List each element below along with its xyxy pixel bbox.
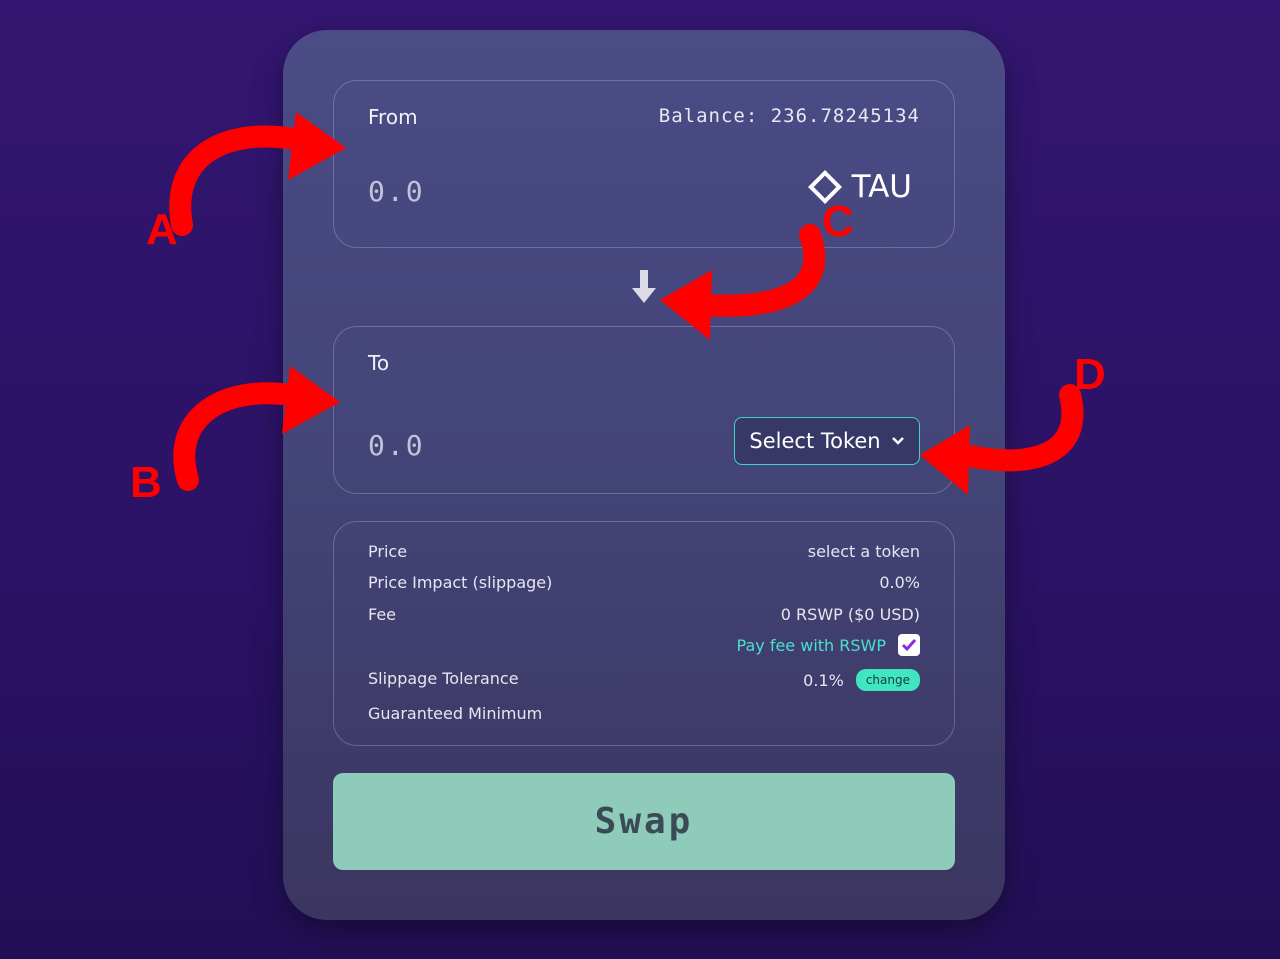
annotation-arrow-b — [173, 382, 301, 491]
check-icon — [901, 639, 917, 652]
swap-button[interactable]: Swap — [333, 773, 955, 870]
swap-info-panel: Price select a token Price Impact (slipp… — [333, 521, 955, 746]
from-label: From — [368, 105, 418, 129]
select-token-button[interactable]: Select Token — [734, 417, 920, 465]
to-panel: To Select Token — [333, 326, 955, 494]
pay-fee-label: Pay fee with RSWP — [736, 635, 886, 655]
annotation-label-c: C — [822, 197, 854, 246]
fee-value: 0 RSWP ($0 USD) — [780, 605, 920, 624]
select-token-label: Select Token — [749, 429, 881, 453]
pay-fee-checkbox[interactable] — [898, 634, 920, 656]
change-slippage-button[interactable]: change — [855, 669, 920, 691]
arrow-down-icon[interactable] — [631, 270, 657, 306]
swap-card: From Balance: 236.78245134 TAU To Select… — [283, 30, 1005, 920]
chevron-down-icon — [891, 437, 904, 445]
slippage-value: 0.1% — [803, 670, 844, 690]
price-impact-value: 0.0% — [879, 573, 920, 592]
price-label: Price — [368, 542, 408, 561]
price-row: Price select a token — [368, 542, 920, 566]
annotation-label-a: A — [146, 205, 178, 254]
fee-row: Fee 0 RSWP ($0 USD) — [368, 605, 920, 629]
pay-fee-option: Pay fee with RSWP — [737, 634, 920, 656]
slippage-value-group: 0.1% change — [803, 669, 920, 691]
price-value: select a token — [807, 542, 920, 561]
to-amount-input[interactable] — [368, 425, 608, 465]
from-token-symbol: TAU — [851, 169, 912, 205]
slippage-row: Slippage Tolerance 0.1% change — [368, 669, 920, 693]
balance-text: Balance: 236.78245134 — [658, 105, 920, 127]
fee-label: Fee — [368, 605, 397, 624]
price-impact-row: Price Impact (slippage) 0.0% — [368, 573, 920, 597]
guaranteed-minimum-label: Guaranteed Minimum — [368, 704, 543, 723]
price-impact-label: Price Impact (slippage) — [368, 573, 553, 592]
to-label: To — [368, 351, 390, 375]
annotation-label-d: D — [1074, 350, 1106, 399]
slippage-label: Slippage Tolerance — [368, 669, 519, 688]
from-panel: From Balance: 236.78245134 TAU — [333, 80, 955, 248]
annotation-label-b: B — [130, 458, 162, 507]
guaranteed-minimum-row: Guaranteed Minimum — [368, 704, 920, 728]
from-amount-input[interactable] — [368, 171, 608, 211]
